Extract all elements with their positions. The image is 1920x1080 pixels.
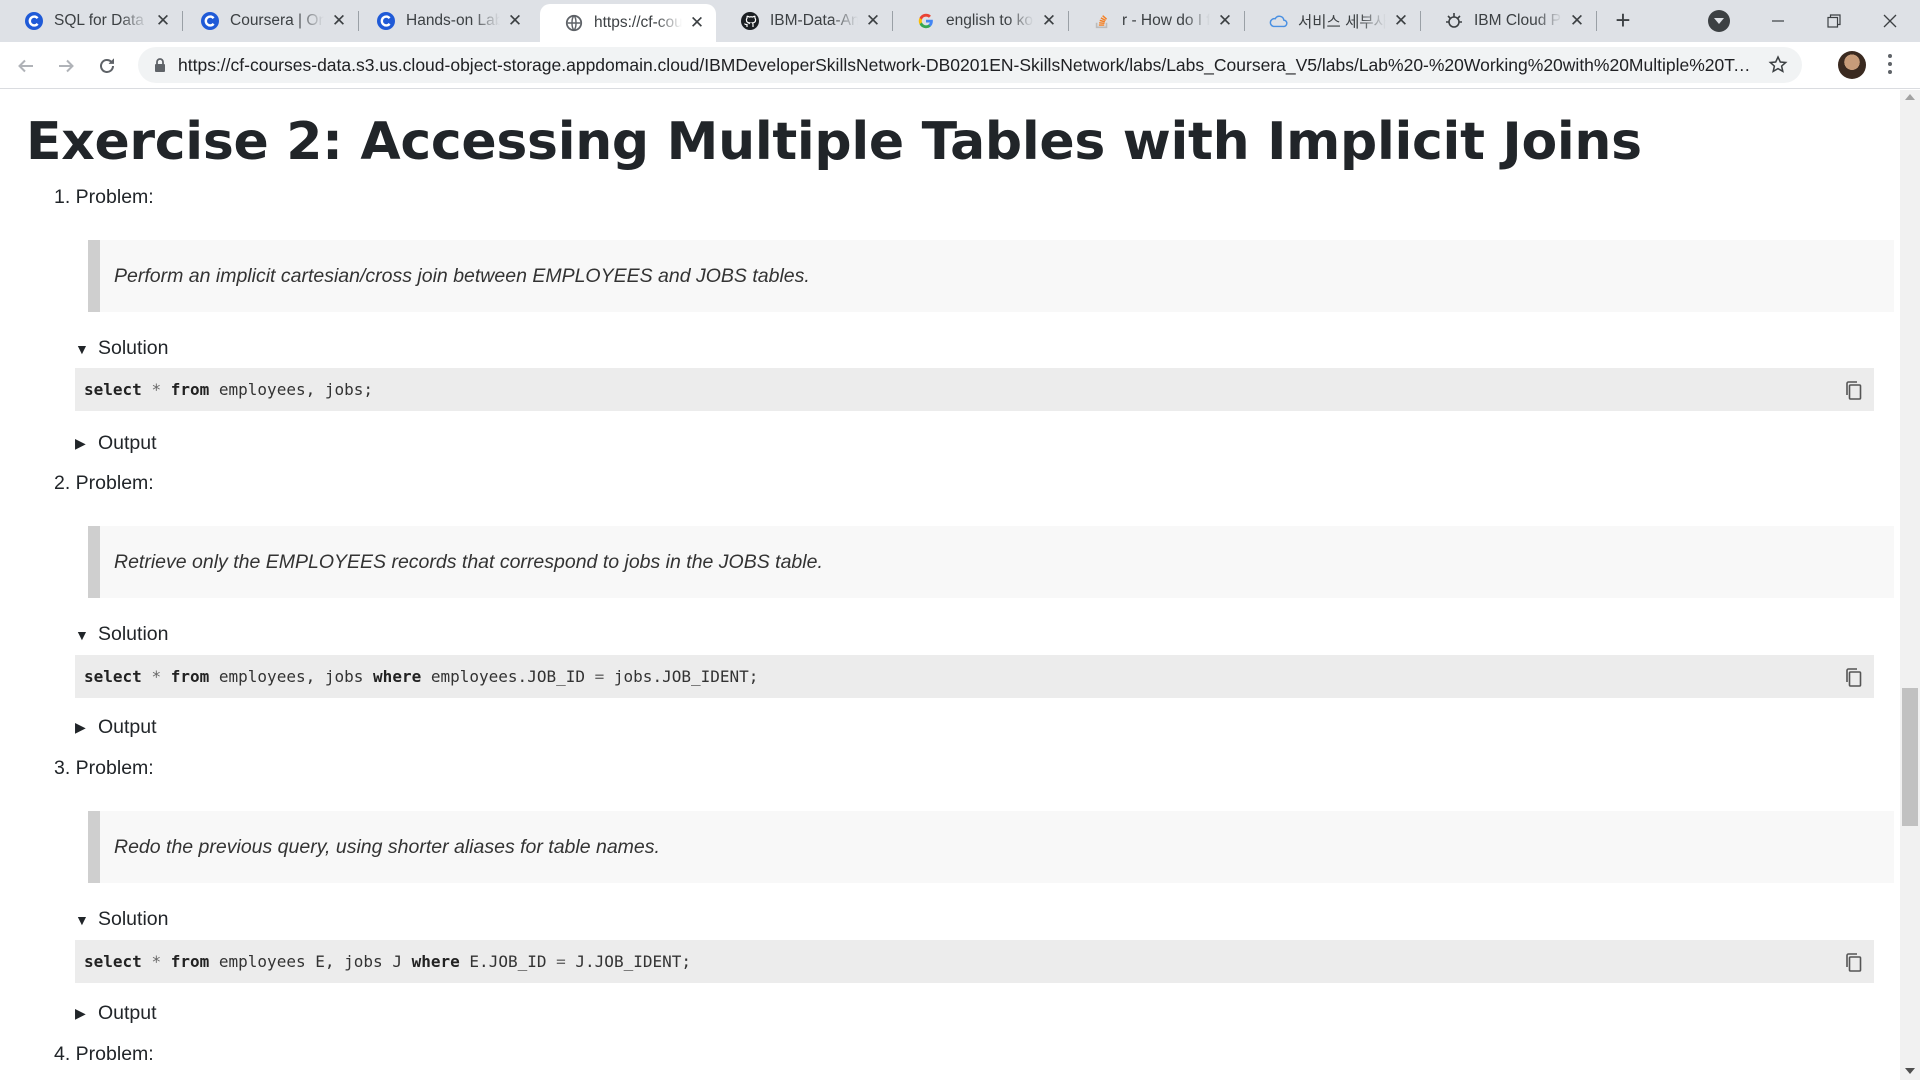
- scroll-up-arrow-icon[interactable]: [1905, 94, 1915, 100]
- problem-label: 3. Problem:: [54, 757, 154, 779]
- close-icon[interactable]: ✕: [1568, 12, 1586, 30]
- problem-description-text: Redo the previous query, using shorter a…: [114, 836, 660, 858]
- scrollbar-thumb[interactable]: [1902, 688, 1918, 826]
- lock-icon[interactable]: [154, 58, 166, 78]
- tab-coursera[interactable]: Coursera | Online Courses ✕: [176, 0, 358, 42]
- tab-sql-for-data-science[interactable]: SQL for Data Science ✕: [0, 0, 182, 42]
- minimize-icon[interactable]: [1750, 0, 1806, 42]
- solution-toggle[interactable]: ▼ Solution: [75, 623, 168, 646]
- tab-hands-on-lab[interactable]: Hands-on Lab: Working with Multiple Tabl…: [352, 0, 534, 42]
- triangle-right-icon: ▶: [75, 435, 86, 451]
- code-block: select * from employees, jobs;: [75, 368, 1874, 411]
- google-icon: [916, 11, 936, 31]
- more-menu-icon[interactable]: [1884, 54, 1896, 78]
- triangle-down-icon: ▼: [75, 911, 89, 928]
- tab-cf-courses-active[interactable]: https://cf-courses-data ✕: [540, 4, 716, 42]
- tab-github-ibm-data-analyst[interactable]: IBM-Data-Analyst ✕: [716, 0, 892, 42]
- solution-label: Solution: [98, 623, 169, 645]
- code-text: select * from employees, jobs where empl…: [84, 667, 759, 686]
- tab-title: IBM-Data-Analyst: [770, 12, 858, 29]
- close-icon[interactable]: ✕: [154, 12, 172, 30]
- forward-arrow-icon[interactable]: [52, 52, 80, 80]
- solution-label: Solution: [98, 908, 169, 930]
- output-toggle[interactable]: ▶ Output: [75, 1002, 157, 1025]
- bookmark-star-icon[interactable]: [1768, 55, 1788, 80]
- coursera-icon: [200, 11, 220, 31]
- stackoverflow-icon: [1092, 11, 1112, 31]
- solution-toggle[interactable]: ▼ Solution: [75, 337, 168, 360]
- output-toggle[interactable]: ▶ Output: [75, 716, 157, 739]
- tab-google-translate[interactable]: english to korean ✕: [892, 0, 1068, 42]
- page-viewport: Exercise 2: Accessing Multiple Tables wi…: [0, 90, 1900, 1080]
- close-icon[interactable]: ✕: [506, 12, 524, 30]
- code-block: select * from employees, jobs where empl…: [75, 655, 1874, 698]
- tab-stackoverflow[interactable]: r - How do I fix ✕: [1068, 0, 1244, 42]
- problem-label: 4. Problem:: [54, 1043, 154, 1065]
- close-icon[interactable]: ✕: [1216, 12, 1234, 30]
- reload-icon[interactable]: [93, 52, 121, 80]
- scroll-down-arrow-icon[interactable]: [1905, 1068, 1915, 1074]
- tab-title: https://cf-courses-data: [594, 14, 682, 31]
- tab-title: 서비스 세부사항: [1298, 14, 1386, 31]
- tab-title: english to korean: [946, 12, 1034, 29]
- ibm-bee-icon: [1444, 11, 1464, 31]
- coursera-icon: [24, 11, 44, 31]
- triangle-down-icon: ▼: [75, 626, 89, 643]
- globe-icon: [564, 13, 584, 33]
- close-window-icon[interactable]: [1862, 0, 1918, 42]
- url-text[interactable]: https://cf-courses-data.s3.us.cloud-obje…: [178, 47, 1752, 83]
- output-label: Output: [98, 1002, 157, 1024]
- problem-description: Retrieve only the EMPLOYEES records that…: [88, 526, 1894, 598]
- code-block: select * from employees E, jobs J where …: [75, 940, 1874, 983]
- page-title: Exercise 2: Accessing Multiple Tables wi…: [26, 112, 1642, 172]
- output-label: Output: [98, 716, 157, 738]
- tab-service-details[interactable]: 서비스 세부사항 ✕: [1244, 0, 1420, 42]
- tab-title: SQL for Data Science: [54, 12, 148, 29]
- problem-description-text: Perform an implicit cartesian/cross join…: [114, 265, 810, 287]
- problem-description: Redo the previous query, using shorter a…: [88, 811, 1894, 883]
- solution-label: Solution: [98, 337, 169, 359]
- tab-separator: [1596, 11, 1597, 31]
- problem-label: 1. Problem:: [54, 186, 154, 208]
- problem-description-text: Retrieve only the EMPLOYEES records that…: [114, 551, 823, 573]
- triangle-down-icon: ▼: [75, 340, 89, 357]
- vertical-scrollbar[interactable]: [1900, 90, 1920, 1080]
- triangle-right-icon: ▶: [75, 1005, 86, 1021]
- code-text: select * from employees, jobs;: [84, 380, 374, 399]
- solution-toggle[interactable]: ▼ Solution: [75, 908, 168, 931]
- coursera-icon: [376, 11, 396, 31]
- tab-title: Coursera | Online Courses: [230, 12, 324, 29]
- tab-title: r - How do I fix: [1122, 12, 1210, 29]
- close-icon[interactable]: ✕: [864, 12, 882, 30]
- tab-search-icon[interactable]: [1708, 10, 1730, 32]
- problem-description: Perform an implicit cartesian/cross join…: [88, 240, 1894, 312]
- tab-ibm-cloud-pak[interactable]: IBM Cloud Pak ✕: [1420, 0, 1596, 42]
- new-tab-button[interactable]: +: [1609, 7, 1637, 35]
- close-icon[interactable]: ✕: [1392, 12, 1410, 30]
- address-bar[interactable]: https://cf-courses-data.s3.us.cloud-obje…: [138, 47, 1802, 83]
- problem-label: 2. Problem:: [54, 472, 154, 494]
- output-label: Output: [98, 432, 157, 454]
- copy-icon[interactable]: [1844, 952, 1864, 974]
- tab-strip: SQL for Data Science ✕ Coursera | Online…: [0, 0, 1920, 42]
- browser-toolbar: https://cf-courses-data.s3.us.cloud-obje…: [0, 42, 1920, 89]
- close-icon[interactable]: ✕: [330, 12, 348, 30]
- triangle-right-icon: ▶: [75, 719, 86, 735]
- cloud-icon: [1268, 11, 1288, 31]
- back-arrow-icon[interactable]: [12, 52, 40, 80]
- close-icon[interactable]: ✕: [688, 14, 706, 32]
- tab-title: IBM Cloud Pak: [1474, 12, 1562, 29]
- code-text: select * from employees E, jobs J where …: [84, 952, 692, 971]
- copy-icon[interactable]: [1844, 380, 1864, 402]
- output-toggle[interactable]: ▶ Output: [75, 432, 157, 455]
- copy-icon[interactable]: [1844, 667, 1864, 689]
- tab-title: Hands-on Lab: Working with Multiple Tabl…: [406, 12, 500, 29]
- close-icon[interactable]: ✕: [1040, 12, 1058, 30]
- restore-icon[interactable]: [1806, 0, 1862, 42]
- github-icon: [740, 11, 760, 31]
- profile-avatar[interactable]: [1838, 51, 1866, 79]
